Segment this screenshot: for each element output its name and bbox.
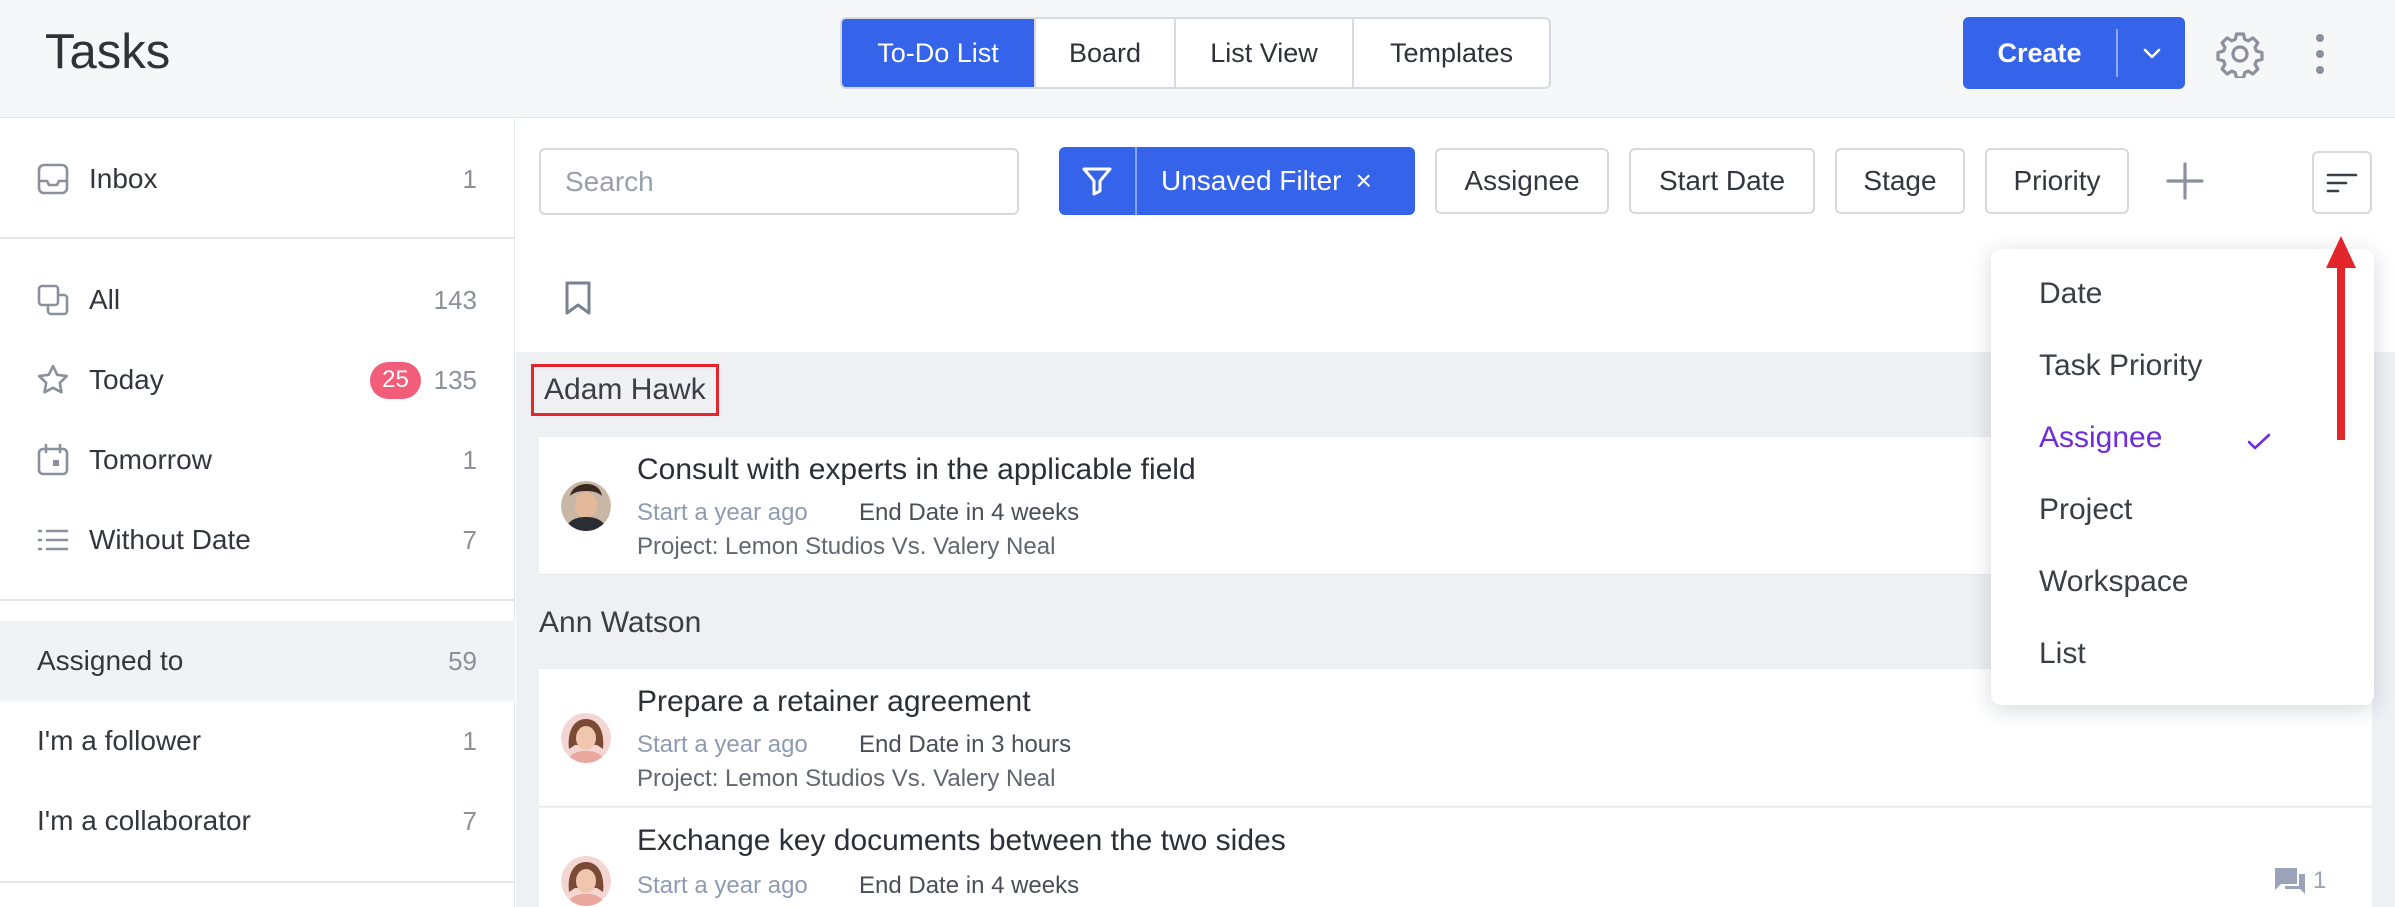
overdue-badge: 25 xyxy=(370,361,421,399)
view-tabs: To-Do List Board List View Templates xyxy=(840,17,1551,89)
sort-button[interactable] xyxy=(2312,151,2372,214)
sort-option-workspace[interactable]: Workspace xyxy=(2039,565,2189,599)
start-date-filter-button[interactable]: Start Date xyxy=(1629,148,1815,214)
search-input[interactable] xyxy=(565,165,1017,198)
more-options-icon[interactable] xyxy=(2312,32,2328,76)
chevron-down-icon xyxy=(2143,48,2160,59)
list-icon xyxy=(37,529,69,551)
inbox-icon xyxy=(37,163,69,195)
avatar xyxy=(561,481,611,531)
sidebar-item-label: Today xyxy=(89,364,164,395)
close-icon[interactable]: × xyxy=(1342,147,1372,215)
priority-filter-button[interactable]: Priority xyxy=(1985,148,2129,214)
filter-label: Unsaved Filter xyxy=(1161,165,1342,196)
tab-todo-list[interactable]: To-Do List xyxy=(842,19,1036,87)
create-button[interactable]: Create xyxy=(1963,17,2116,89)
tab-list-view[interactable]: List View xyxy=(1176,19,1354,87)
page-title: Tasks xyxy=(45,25,171,79)
sidebar-item-label: Inbox xyxy=(89,163,158,194)
group-header-adam-hawk: Adam Hawk xyxy=(531,364,719,416)
sidebar-item-assigned-to[interactable]: Assigned to 59 xyxy=(0,621,515,701)
sidebar-divider xyxy=(0,881,515,883)
filter-button[interactable] xyxy=(1059,147,1137,215)
create-dropdown-button[interactable] xyxy=(2118,17,2185,89)
sort-menu: Date Task Priority Assignee Project Work… xyxy=(1991,249,2374,705)
sidebar-item-inbox[interactable]: Inbox 1 xyxy=(0,139,515,219)
avatar xyxy=(561,856,611,906)
star-icon xyxy=(37,364,69,394)
task-end-date: End Date in 4 weeks xyxy=(859,872,1080,899)
sort-option-task-priority[interactable]: Task Priority xyxy=(2039,349,2202,383)
sort-option-label: Assignee xyxy=(2039,421,2163,454)
calendar-icon xyxy=(37,443,69,476)
sidebar-item-label: Tomorrow xyxy=(89,444,212,475)
task-end-date: End Date in 4 weeks xyxy=(859,499,1080,526)
sort-option-date[interactable]: Date xyxy=(2039,277,2102,311)
annotation-arrow-icon xyxy=(2326,236,2356,440)
sidebar-item-count: 1 xyxy=(462,163,477,194)
task-end-date: End Date in 3 hours xyxy=(859,731,1072,758)
sidebar-item-without-date[interactable]: Without Date 7 xyxy=(0,500,515,580)
search-field xyxy=(539,148,1019,215)
avatar xyxy=(561,713,611,763)
sidebar-item-label: Without Date xyxy=(89,524,251,555)
group-header-ann-watson: Ann Watson xyxy=(539,606,702,639)
sidebar-item-count: 7 xyxy=(462,805,477,836)
gear-icon[interactable] xyxy=(2216,30,2264,78)
create-button-group: Create xyxy=(1963,17,2185,89)
comment-count-value: 1 xyxy=(2313,867,2327,894)
sidebar: Inbox 1 All 143 Today 25 135 Tomorrow 1 … xyxy=(0,119,515,907)
sort-option-project[interactable]: Project xyxy=(2039,493,2132,527)
sidebar-item-label: All xyxy=(89,284,121,315)
check-icon xyxy=(2247,433,2271,450)
task-title[interactable]: Exchange key documents between the two s… xyxy=(637,824,1286,858)
unsaved-filter-chip[interactable]: Unsaved Filter × xyxy=(1059,147,1415,215)
sidebar-item-count: 1 xyxy=(462,444,477,475)
task-start-date: Start a year ago xyxy=(637,872,808,899)
sidebar-item-collaborator[interactable]: I'm a collaborator 7 xyxy=(0,781,515,861)
task-title[interactable]: Prepare a retainer agreement xyxy=(637,685,1031,719)
sidebar-item-count: 7 xyxy=(462,524,477,555)
stage-filter-button[interactable]: Stage xyxy=(1835,148,1965,214)
copy-icon xyxy=(37,284,69,316)
sidebar-item-tomorrow[interactable]: Tomorrow 1 xyxy=(0,420,515,500)
tab-board[interactable]: Board xyxy=(1036,19,1176,87)
sidebar-item-count: 1 xyxy=(462,725,477,756)
task-start-date: Start a year ago xyxy=(637,731,808,758)
bookmark-icon[interactable] xyxy=(564,280,592,316)
sort-option-list[interactable]: List xyxy=(2039,637,2086,671)
sidebar-item-label: I'm a collaborator xyxy=(37,805,251,836)
task-start-date: Start a year ago xyxy=(637,499,808,526)
filter-icon xyxy=(1082,167,1112,196)
sidebar-item-today[interactable]: Today 25 135 xyxy=(0,340,515,420)
sidebar-item-follower[interactable]: I'm a follower 1 xyxy=(0,701,515,781)
sidebar-item-all[interactable]: All 143 xyxy=(0,260,515,340)
task-project[interactable]: Project: Lemon Studios Vs. Valery Neal xyxy=(637,533,1055,561)
sort-option-assignee[interactable]: Assignee xyxy=(2039,421,2271,455)
task-title[interactable]: Consult with experts in the applicable f… xyxy=(637,453,1196,487)
sidebar-item-count: 59 xyxy=(448,645,477,676)
tab-templates[interactable]: Templates xyxy=(1354,19,1549,87)
sidebar-item-label: I'm a follower xyxy=(37,725,202,756)
sidebar-item-label: Assigned to xyxy=(37,645,184,676)
sidebar-divider xyxy=(0,237,515,239)
comment-icon xyxy=(2275,868,2305,894)
sidebar-divider xyxy=(0,599,515,601)
sidebar-item-count: 135 xyxy=(433,364,477,395)
task-project[interactable]: Project: Lemon Studios Vs. Valery Neal xyxy=(637,765,1055,793)
sort-icon xyxy=(2326,173,2358,192)
sidebar-item-count: 143 xyxy=(433,284,477,315)
plus-icon[interactable] xyxy=(2164,160,2206,202)
app-header: Tasks To-Do List Board List View Templat… xyxy=(0,0,2395,118)
assignee-filter-button[interactable]: Assignee xyxy=(1435,148,1609,214)
comment-count[interactable]: 1 xyxy=(2273,866,2326,896)
task-row[interactable]: Exchange key documents between the two s… xyxy=(539,808,2372,907)
